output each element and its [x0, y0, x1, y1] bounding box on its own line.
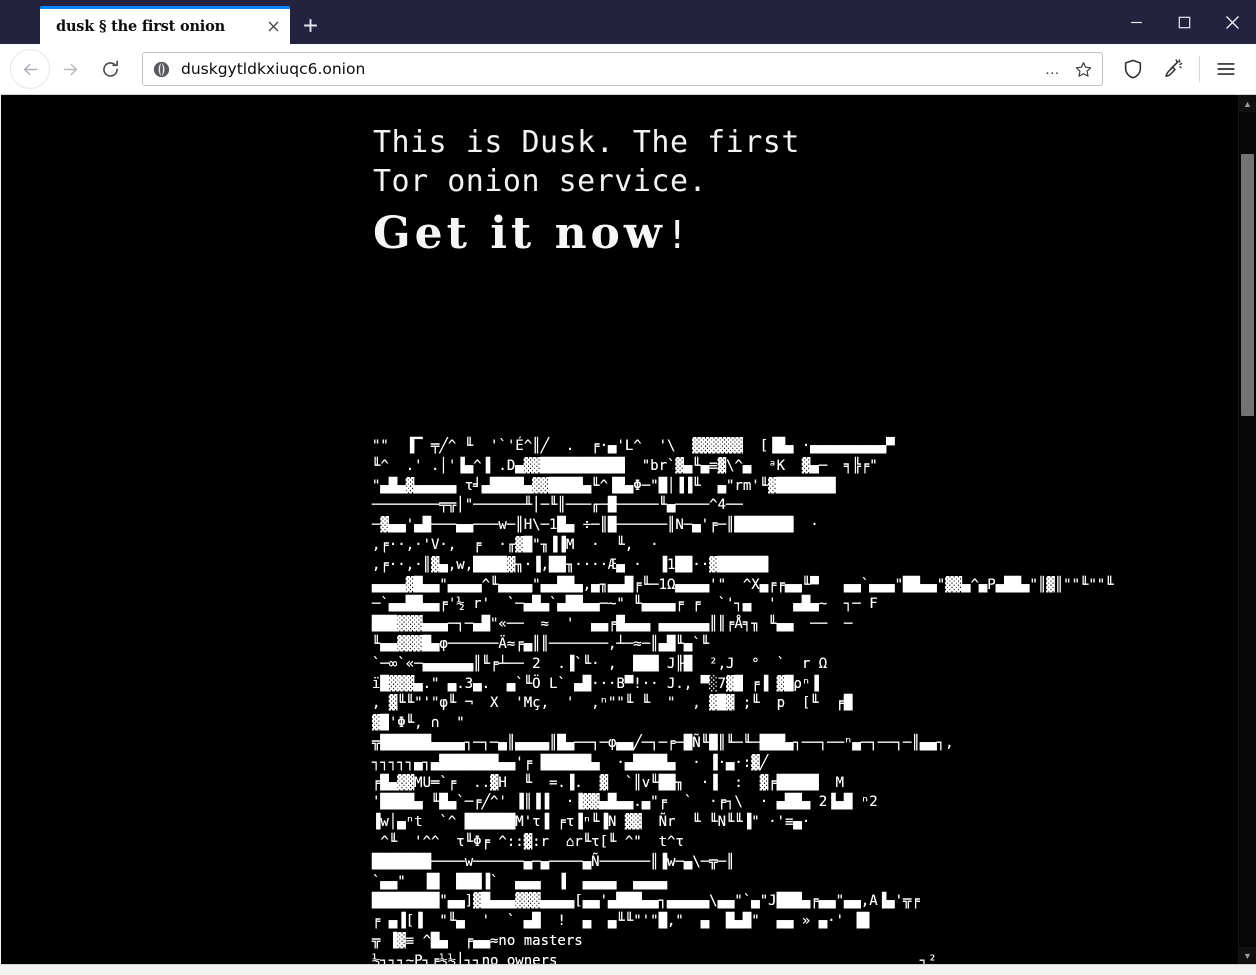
minimize-button[interactable] [1112, 0, 1160, 44]
forward-button[interactable] [50, 49, 90, 89]
cta-exclamation: ! [665, 213, 689, 257]
bookmark-star-icon[interactable] [1068, 55, 1098, 83]
hamburger-menu-icon[interactable] [1206, 49, 1246, 89]
get-it-now-heading[interactable]: Get it now! [373, 207, 800, 262]
browser-tab[interactable]: dusk § the first onion [40, 6, 290, 44]
scrollbar-track[interactable] [1239, 112, 1256, 947]
close-icon[interactable] [262, 16, 284, 38]
title-bar: dusk § the first onion [0, 0, 1256, 44]
new-tab-button[interactable] [290, 6, 330, 44]
url-bar[interactable]: duskgytldkxiuqc6.onion … [142, 52, 1103, 86]
window-controls [1112, 0, 1256, 44]
web-page: This is Dusk. The first Tor onion servic… [0, 95, 1238, 964]
cta-text: Get it now [373, 208, 666, 259]
hero-line-2: Tor onion service. [373, 164, 708, 199]
tab-strip: dusk § the first onion [0, 0, 1112, 44]
shield-icon[interactable] [1113, 49, 1153, 89]
status-bar [0, 964, 1256, 975]
scrollbar-thumb[interactable] [1241, 154, 1254, 416]
ascii-art-block: "" ▐▔ ╤╱^ ╙ '`'É^║╱ . ╒·▄'L^ '\ ▓▓▓▓▓▓ [… [372, 438, 1114, 964]
browser-window: dusk § the first onion duskgytldkxiuqc6.… [0, 0, 1256, 975]
scroll-up-icon[interactable]: ▲ [1239, 95, 1256, 112]
navigation-toolbar: duskgytldkxiuqc6.onion … [0, 44, 1256, 95]
page-actions-icon[interactable]: … [1038, 55, 1068, 83]
scroll-down-icon[interactable]: ▼ [1239, 947, 1256, 964]
tab-title: dusk § the first onion [56, 18, 225, 35]
url-text[interactable]: duskgytldkxiuqc6.onion [181, 60, 1038, 78]
reload-button[interactable] [90, 49, 130, 89]
back-button[interactable] [10, 49, 50, 89]
new-identity-broom-icon[interactable] [1153, 49, 1193, 89]
toolbar-separator [1199, 56, 1200, 82]
close-window-button[interactable] [1208, 0, 1256, 44]
hero-block: This is Dusk. The first Tor onion servic… [373, 123, 800, 262]
content-area: This is Dusk. The first Tor onion servic… [0, 95, 1256, 964]
vertical-scrollbar[interactable]: ▲ ▼ [1238, 95, 1256, 964]
hero-line-1: This is Dusk. The first [373, 125, 800, 160]
onion-icon [153, 61, 170, 78]
maximize-button[interactable] [1160, 0, 1208, 44]
